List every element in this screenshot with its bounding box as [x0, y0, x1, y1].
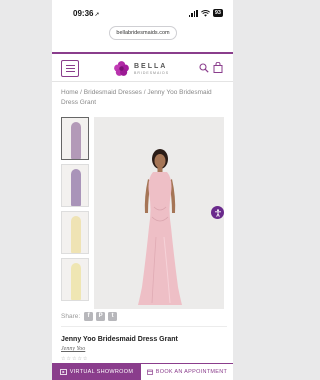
model-dress-illustration: [138, 149, 182, 305]
shopping-bag-icon[interactable]: [213, 62, 223, 73]
twitter-icon[interactable]: t: [108, 312, 118, 321]
virtual-showroom-button[interactable]: VIRTUAL SHOWROOM: [52, 363, 141, 380]
share-row: Share: f P t: [61, 312, 118, 321]
signal-icon: [188, 9, 198, 17]
product-main-image[interactable]: [94, 117, 224, 309]
divider: [61, 326, 227, 327]
share-label: Share:: [61, 313, 81, 320]
logo-word: BELLA: [134, 62, 168, 70]
site-header: BELLA BRIDESMAIDS: [52, 52, 233, 82]
hamburger-line: [65, 68, 75, 69]
status-icons: 93: [188, 9, 223, 17]
search-icon[interactable]: [199, 63, 209, 73]
phone-screen: 09:36➚ 93 bellabridesmaids.com BELLA BRI…: [52, 0, 233, 380]
url-bar[interactable]: bellabridesmaids.com: [109, 26, 177, 40]
calendar-icon: [146, 369, 153, 375]
time-text: 09:36: [73, 9, 94, 18]
thumbnail-dress: [71, 122, 81, 159]
pinterest-icon[interactable]: P: [96, 312, 106, 321]
logo-subtitle: BRIDESMAIDS: [134, 70, 170, 75]
book-appointment-button[interactable]: BOOK AN APPOINTMENT: [141, 363, 233, 380]
thumbnail-1[interactable]: [61, 117, 89, 160]
hamburger-line: [65, 71, 75, 72]
thumbnail-dress: [71, 216, 81, 253]
battery-icon: 93: [212, 9, 223, 17]
menu-button[interactable]: [61, 60, 79, 77]
thumbnail-3[interactable]: [61, 211, 89, 254]
wifi-icon: [200, 9, 210, 17]
location-icon: ➚: [94, 12, 100, 18]
thumbnail-dress: [71, 263, 81, 300]
hamburger-line: [65, 65, 75, 66]
thumbnail-4[interactable]: [61, 258, 89, 301]
thumbnail-2[interactable]: [61, 164, 89, 207]
showroom-label: VIRTUAL SHOWROOM: [69, 368, 134, 375]
facebook-icon[interactable]: f: [84, 312, 94, 321]
logo-text: BELLA BRIDESMAIDS: [134, 63, 169, 75]
site-logo[interactable]: BELLA BRIDESMAIDS: [113, 60, 169, 77]
showroom-icon: [59, 368, 67, 375]
bottom-action-bar: VIRTUAL SHOWROOM BOOK AN APPOINTMENT: [52, 363, 233, 380]
thumbnail-dress: [71, 169, 81, 206]
flower-logo-icon: [114, 61, 129, 76]
accessibility-icon[interactable]: [211, 206, 224, 219]
appointment-label: BOOK AN APPOINTMENT: [155, 369, 228, 375]
status-time: 09:36➚: [73, 9, 100, 18]
product-brand-link[interactable]: Jenny Yoo: [61, 346, 85, 352]
breadcrumb[interactable]: Home / Bridesmaid Dresses / Jenny Yoo Br…: [61, 88, 227, 108]
person-icon: [214, 208, 221, 217]
product-title: Jenny Yoo Bridesmaid Dress Grant: [61, 336, 178, 343]
status-bar: 09:36➚ 93: [52, 0, 233, 24]
rating-stars-icon[interactable]: ☆☆☆☆☆: [61, 356, 88, 362]
